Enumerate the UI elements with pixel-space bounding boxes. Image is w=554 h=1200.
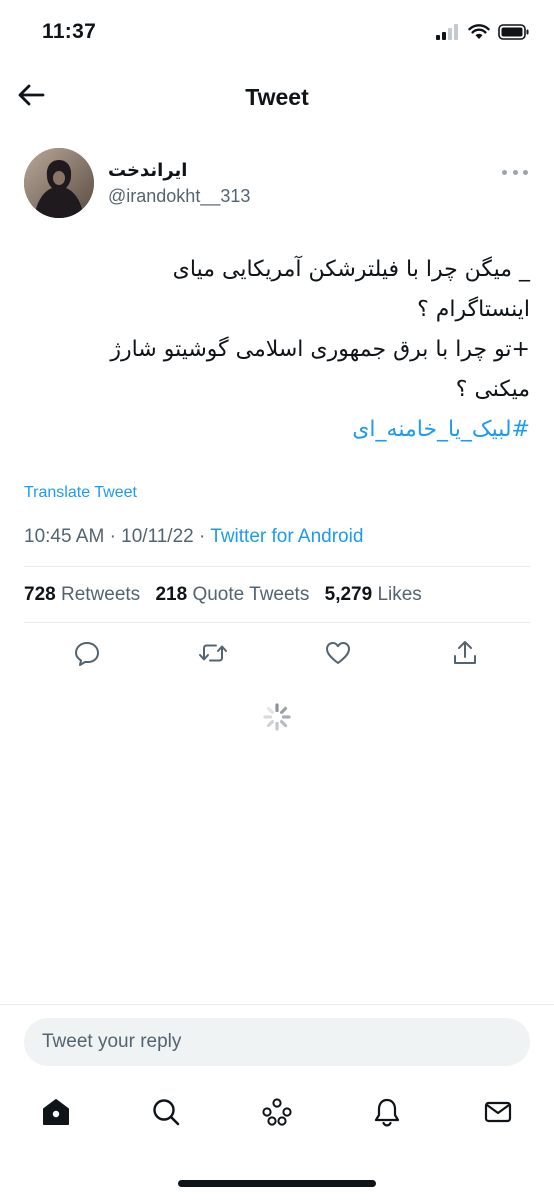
tweet-actions [24, 634, 530, 678]
tweet-line: +تو چرا با برق جمهوری اسلامی گوشیتو شارژ [110, 337, 530, 362]
quotes-label: Quote Tweets [192, 584, 310, 605]
tab-notifications[interactable] [367, 1094, 407, 1134]
home-icon [41, 1097, 71, 1132]
quotes-count: 218 [155, 584, 188, 605]
share-icon [451, 639, 479, 672]
tweet-time: 10:45 AM [24, 526, 105, 547]
tweet-stats: 728 Retweets 218 Quote Tweets 5,279 Like… [24, 584, 422, 606]
share-button[interactable] [448, 638, 482, 672]
wifi-icon [468, 24, 490, 45]
retweets-count: 728 [24, 584, 56, 605]
tab-spaces[interactable] [257, 1094, 297, 1134]
hashtag-link[interactable]: #لبیک_یا_خامنه_ای [24, 410, 530, 450]
tab-messages[interactable] [478, 1094, 518, 1134]
divider [24, 622, 530, 623]
reply-icon [73, 639, 101, 672]
status-bar: 11:37 [0, 0, 554, 66]
tweet-meta: 10:45 AM · 10/11/22 · Twitter for Androi… [24, 526, 363, 548]
tweet-author: ایراندخت @irandokht__313 [24, 148, 530, 220]
messages-icon [483, 1097, 513, 1132]
retweets-stat[interactable]: 728 Retweets [24, 584, 140, 605]
notifications-icon [372, 1097, 402, 1132]
quotes-stat[interactable]: 218 Quote Tweets [155, 584, 309, 605]
likes-label: Likes [377, 584, 422, 605]
tweet-text: _ میگن چرا با فیلترشکن آمریکایی میای این… [24, 250, 530, 450]
reply-input[interactable] [24, 1018, 530, 1066]
author-handle[interactable]: @irandokht__313 [108, 186, 250, 207]
tab-search[interactable] [146, 1094, 186, 1134]
more-options-button[interactable] [502, 166, 528, 178]
bottom-tab-bar [0, 1090, 554, 1140]
loading-spinner-icon [262, 702, 292, 732]
author-name[interactable]: ایراندخت [108, 160, 187, 181]
page-title: Tweet [245, 84, 309, 110]
spaces-icon [260, 1097, 294, 1132]
likes-stat[interactable]: 5,279 Likes [325, 584, 422, 605]
divider [24, 566, 530, 567]
tab-home[interactable] [36, 1094, 76, 1134]
like-icon [324, 639, 352, 672]
tweet-source-link[interactable]: Twitter for Android [210, 526, 363, 547]
reply-bar [0, 1004, 554, 1074]
reply-button[interactable] [70, 638, 104, 672]
meta-separator: · [109, 526, 116, 547]
retweets-label: Retweets [60, 584, 141, 605]
cellular-signal-icon [436, 24, 460, 45]
status-icons [436, 24, 530, 45]
retweet-icon [197, 639, 229, 672]
retweet-button[interactable] [196, 638, 230, 672]
like-button[interactable] [321, 638, 355, 672]
meta-separator: · [199, 526, 206, 547]
header: Tweet [0, 66, 554, 130]
tweet-line: _ میگن چرا با فیلترشکن آمریکایی میای [172, 257, 530, 282]
status-time: 11:37 [42, 20, 97, 43]
home-indicator[interactable] [178, 1180, 376, 1187]
avatar[interactable] [24, 148, 94, 218]
translate-tweet-link[interactable]: Translate Tweet [24, 484, 137, 502]
tweet-date: 10/11/22 [121, 526, 194, 547]
search-icon [151, 1097, 181, 1132]
tweet-line: اینستاگرام ؟ [417, 297, 530, 322]
battery-icon [498, 24, 530, 45]
more-dots-icon [502, 169, 507, 175]
tweet-line: میکنی ؟ [455, 377, 530, 402]
likes-count: 5,279 [324, 584, 373, 605]
